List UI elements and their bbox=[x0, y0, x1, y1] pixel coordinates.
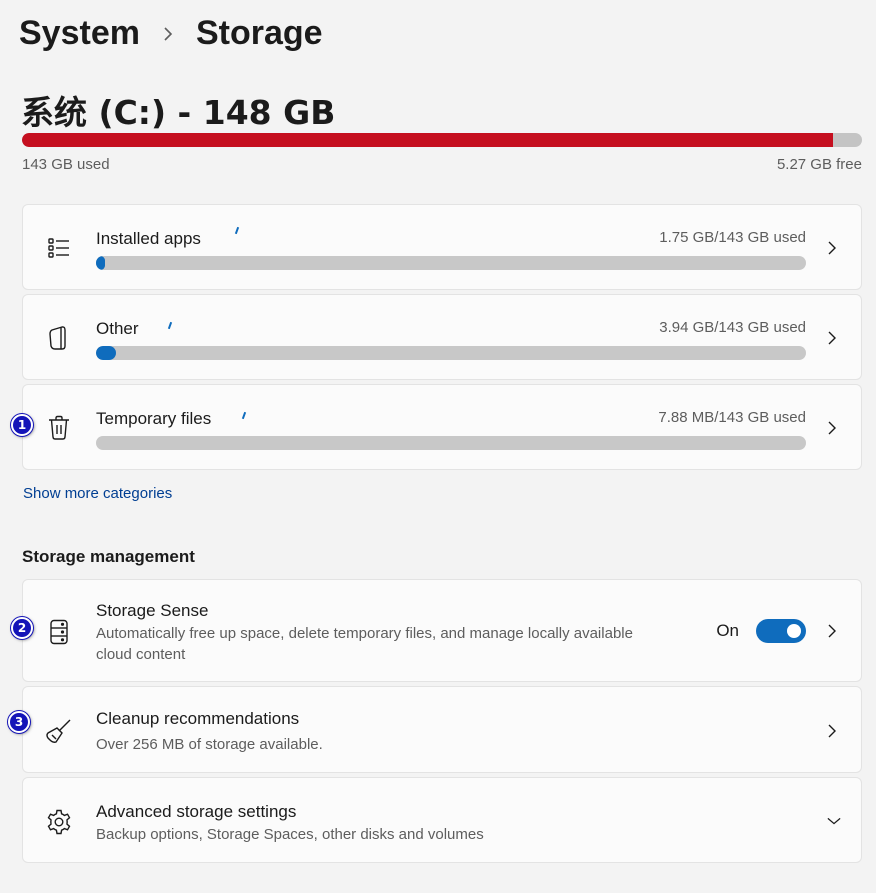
drive-free-label: 5.27 GB free bbox=[776, 156, 862, 173]
annotation-marker-3: 3 bbox=[8, 711, 30, 733]
storage-sense-card[interactable]: Storage Sense Automatically free up spac… bbox=[22, 579, 862, 682]
chevron-right-icon bbox=[825, 624, 839, 638]
chevron-down-icon[interactable] bbox=[827, 814, 841, 828]
show-more-categories-link[interactable]: Show more categories bbox=[23, 485, 172, 502]
annotation-marker-1: 1 bbox=[11, 414, 33, 436]
gear-icon bbox=[45, 808, 73, 836]
category-label: Temporary files bbox=[96, 409, 212, 428]
breadcrumb: System Storage bbox=[19, 14, 323, 53]
page-title: Storage bbox=[195, 14, 323, 52]
category-label: Installed apps bbox=[96, 229, 201, 248]
cleanup-desc: Over 256 MB of storage available. bbox=[96, 736, 323, 753]
drive-usage-bar bbox=[22, 133, 862, 147]
category-usage-bar bbox=[96, 256, 806, 270]
category-usage-fill bbox=[96, 256, 105, 270]
trash-icon bbox=[45, 414, 73, 442]
chevron-right-icon bbox=[825, 331, 839, 345]
chevron-right-icon bbox=[825, 724, 839, 738]
storage-sense-desc-line2: cloud content bbox=[96, 646, 186, 663]
drive-usage-fill bbox=[22, 133, 834, 147]
loading-indicator bbox=[167, 321, 173, 330]
drive-used-label: 143 GB used bbox=[22, 156, 110, 173]
category-label: Other bbox=[96, 319, 139, 338]
category-temporary-files[interactable]: Temporary files 7.88 MB/143 GB used bbox=[22, 384, 862, 470]
category-amount: 1.75 GB/143 GB used bbox=[659, 229, 806, 246]
toggle-knob bbox=[787, 624, 801, 638]
chevron-right-icon bbox=[825, 421, 839, 435]
storage-sense-desc-line1: Automatically free up space, delete temp… bbox=[96, 625, 633, 642]
storage-sense-toggle-label: On bbox=[716, 621, 739, 640]
advanced-title: Advanced storage settings bbox=[96, 802, 297, 821]
storage-sense-title: Storage Sense bbox=[96, 601, 209, 620]
broom-icon bbox=[45, 717, 73, 745]
cleanup-title: Cleanup recommendations bbox=[96, 709, 300, 728]
chevron-right-icon bbox=[162, 26, 174, 41]
loading-indicator bbox=[241, 411, 247, 420]
section-title-storage-management: Storage management bbox=[22, 547, 195, 566]
category-usage-bar bbox=[96, 436, 806, 450]
document-icon bbox=[45, 324, 73, 352]
storage-drive-icon bbox=[45, 618, 73, 646]
category-amount: 7.88 MB/143 GB used bbox=[658, 409, 806, 426]
advanced-desc: Backup options, Storage Spaces, other di… bbox=[96, 826, 484, 843]
cleanup-recommendations-card[interactable]: Cleanup recommendations Over 256 MB of s… bbox=[22, 686, 862, 773]
chevron-right-icon bbox=[825, 241, 839, 255]
annotation-marker-2: 2 bbox=[11, 617, 33, 639]
advanced-storage-settings-card[interactable]: Advanced storage settings Backup options… bbox=[22, 777, 862, 863]
storage-sense-toggle-group: On bbox=[716, 619, 806, 643]
breadcrumb-system[interactable]: System bbox=[19, 14, 140, 53]
app-list-icon bbox=[45, 234, 73, 262]
category-usage-bar bbox=[96, 346, 806, 360]
category-amount: 3.94 GB/143 GB used bbox=[659, 319, 806, 336]
category-usage-fill bbox=[96, 346, 116, 360]
storage-sense-toggle[interactable] bbox=[756, 619, 806, 643]
loading-indicator bbox=[234, 226, 240, 235]
category-installed-apps[interactable]: Installed apps 1.75 GB/143 GB used bbox=[22, 204, 862, 290]
drive-title: 系统 (C:) - 148 GB bbox=[21, 93, 336, 132]
category-other[interactable]: Other 3.94 GB/143 GB used bbox=[22, 294, 862, 380]
